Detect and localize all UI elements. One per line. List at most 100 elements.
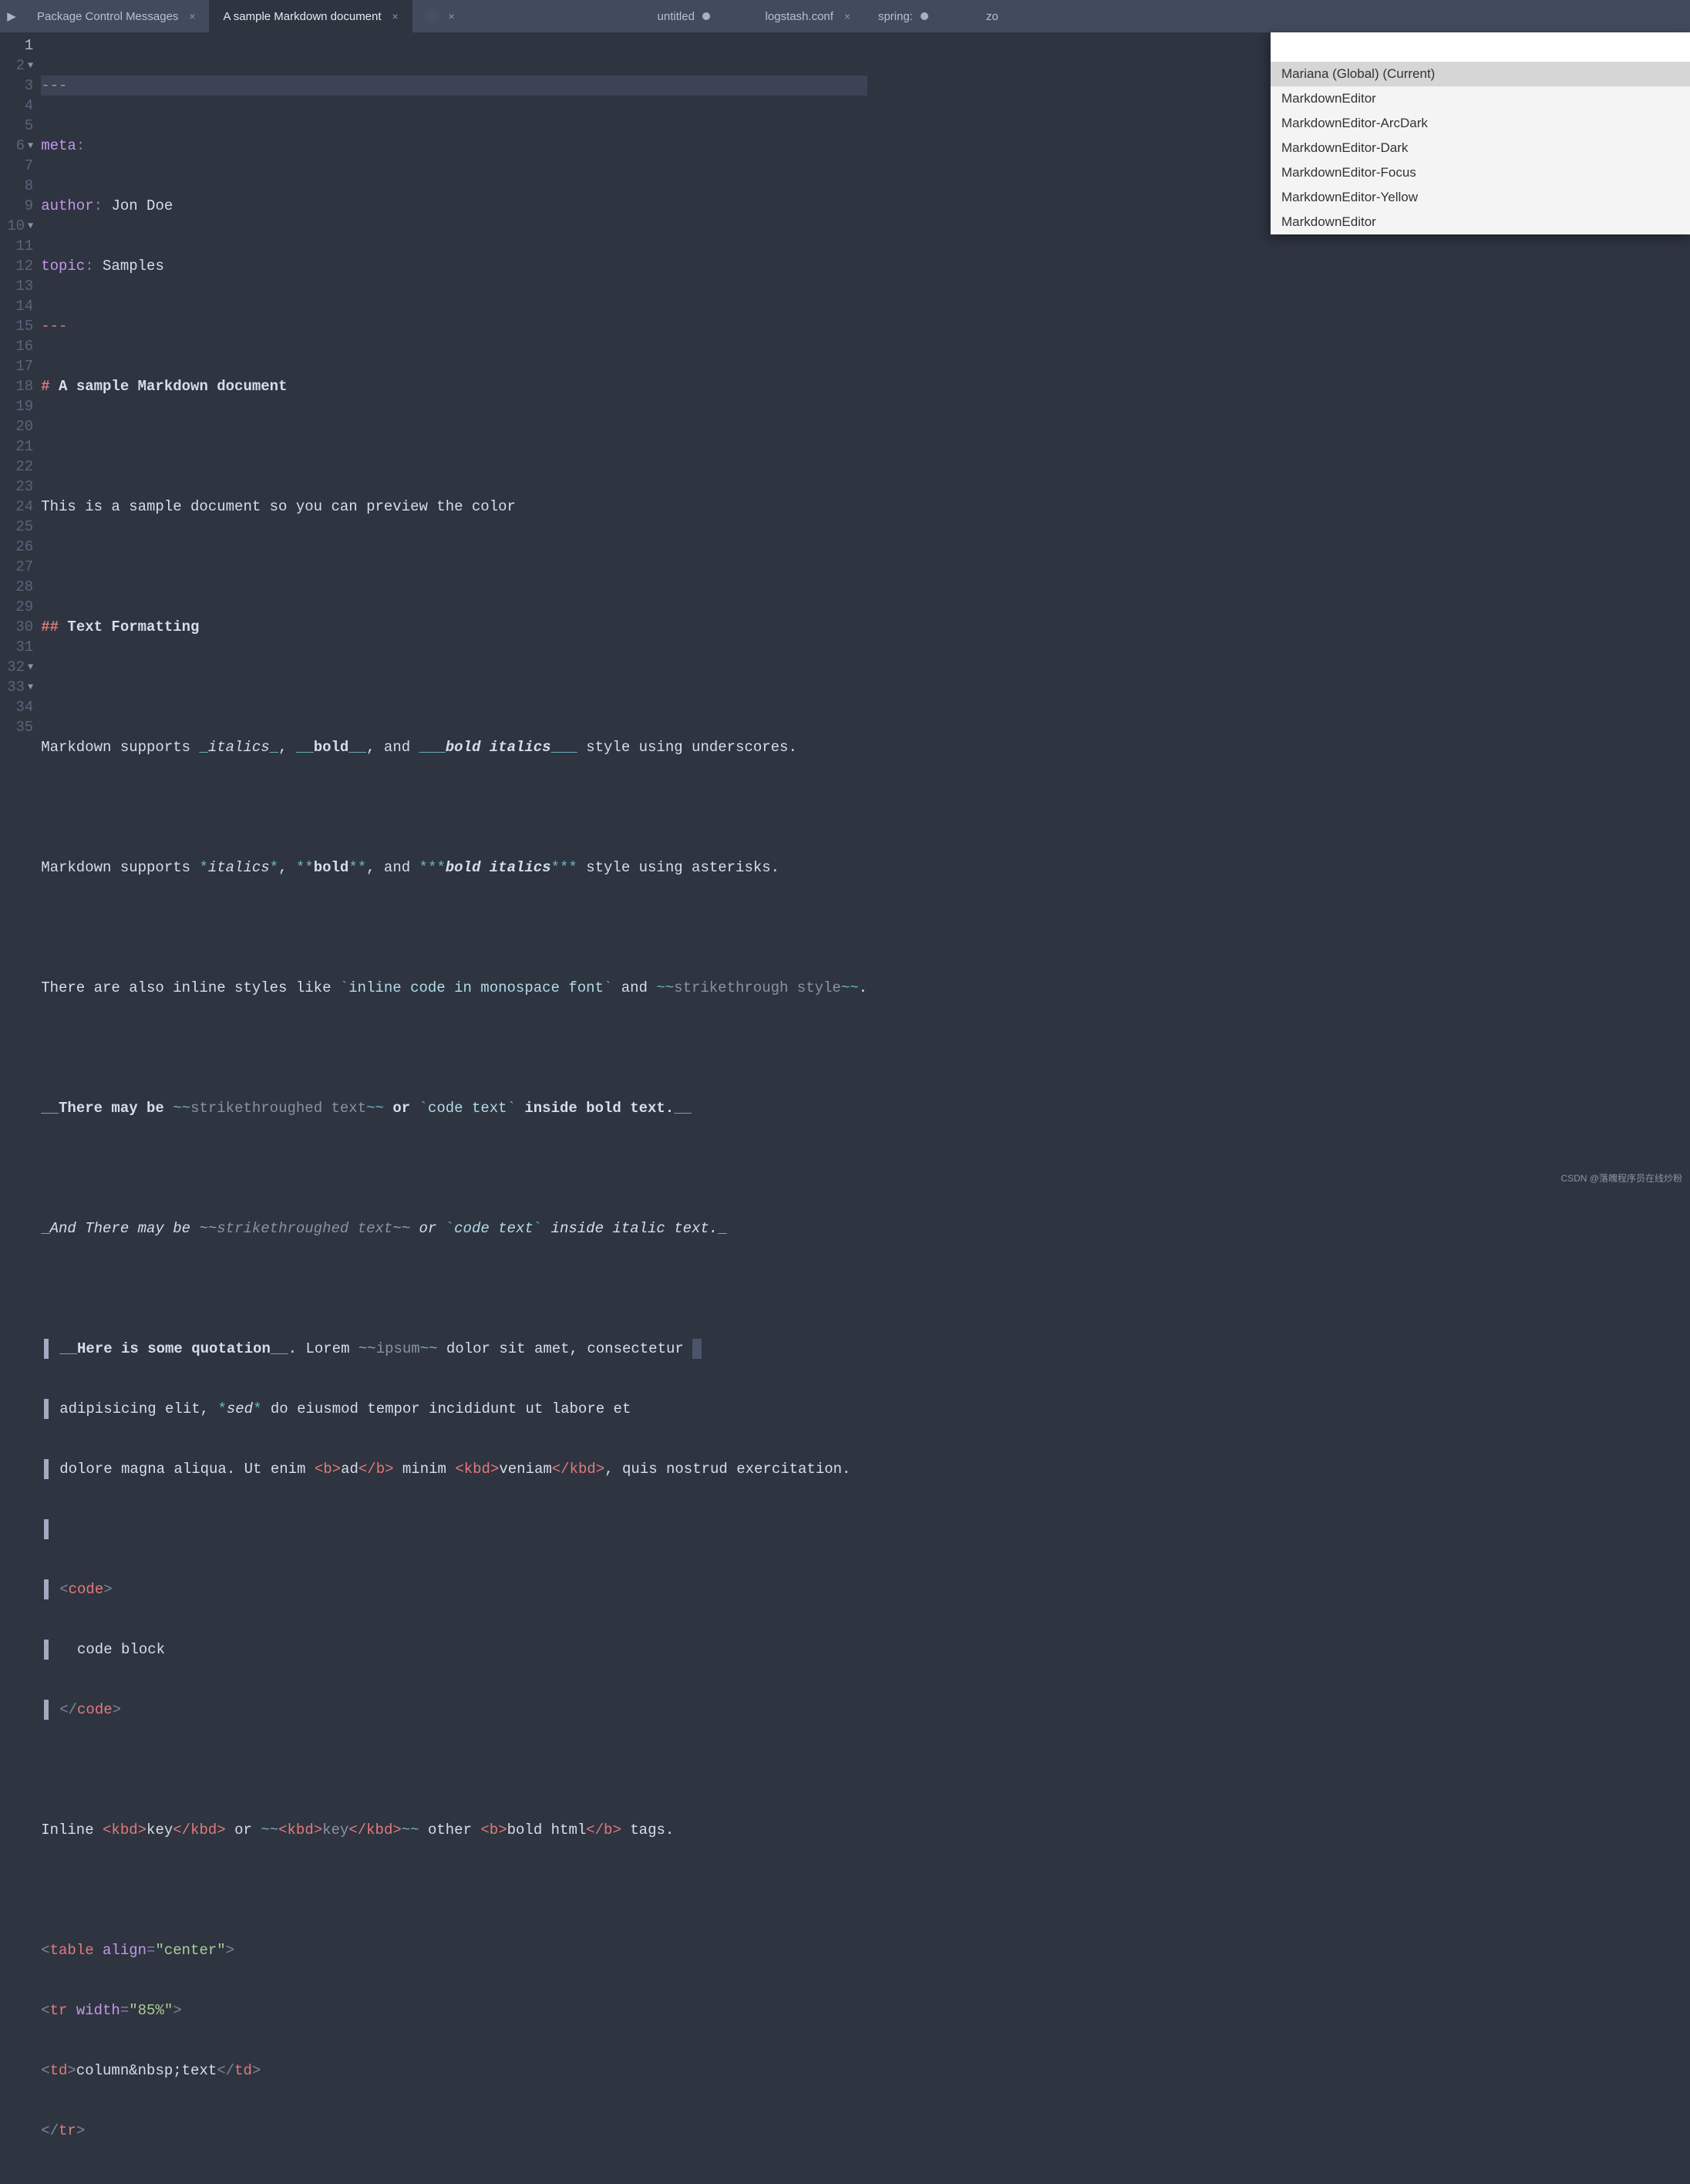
fold-icon[interactable]: ▼ — [28, 682, 33, 693]
code-text: topic — [41, 256, 85, 276]
tab-overflow[interactable]: zo — [972, 0, 1009, 32]
code-text: strikethrough style — [674, 978, 841, 998]
palette-option[interactable]: MarkdownEditor-Yellow — [1271, 185, 1690, 210]
palette-option[interactable]: MarkdownEditor-Focus — [1271, 160, 1690, 185]
code-text: There may be — [59, 1098, 173, 1118]
tab-logstash[interactable]: logstash.conf × — [752, 0, 864, 32]
code-text: style using underscores. — [577, 737, 797, 757]
code-text — [94, 1940, 103, 1960]
line-number: 7 — [12, 157, 33, 174]
code-text: tr — [50, 2000, 68, 2021]
tab-scroll-left[interactable]: ▶ — [0, 0, 23, 32]
close-icon[interactable]: × — [841, 10, 853, 22]
code-text: bold italics — [446, 858, 551, 878]
fold-icon[interactable]: ▼ — [28, 60, 33, 71]
line-number: 18 — [12, 378, 33, 395]
code-text: And There may be — [50, 1218, 200, 1239]
line-number: 27 — [12, 558, 33, 575]
code-text: , — [278, 858, 296, 878]
code-text: </kbd> — [173, 1820, 225, 1840]
close-icon[interactable]: × — [446, 10, 458, 22]
palette-option[interactable]: Mariana (Global) (Current) — [1271, 62, 1690, 86]
code-text: or — [410, 1218, 446, 1239]
code-text: __ — [348, 737, 366, 757]
tab-package-control[interactable]: Package Control Messages × — [23, 0, 209, 32]
code-text: ` — [604, 978, 612, 998]
code-text: width — [76, 2000, 120, 2021]
tab-sample-markdown[interactable]: A sample Markdown document × — [209, 0, 412, 32]
code-text: bold — [314, 737, 349, 757]
code-text: </kbd> — [552, 1459, 604, 1479]
code-text: ** — [296, 858, 314, 878]
code-text: code text — [428, 1098, 507, 1118]
code-text: --- — [41, 76, 67, 96]
close-icon[interactable]: × — [389, 10, 402, 22]
code-text: A sample Markdown document — [59, 376, 287, 396]
code-text: __ — [41, 1098, 59, 1118]
code-text: </b> — [359, 1459, 394, 1479]
code-text: ipsum — [376, 1339, 420, 1359]
code-text: > — [76, 2121, 85, 2141]
line-number: 9 — [12, 197, 33, 214]
palette-option[interactable]: MarkdownEditor-Dark — [1271, 136, 1690, 160]
tab-label: logstash.conf — [766, 10, 833, 23]
code-text: Jon Doe — [111, 196, 173, 216]
code-text: < — [41, 1940, 49, 1960]
code-text: italics — [208, 737, 270, 757]
code-text: inside italic text. — [542, 1218, 718, 1239]
code-text: = — [120, 2000, 129, 2021]
line-number: 20 — [12, 418, 33, 435]
code-text: key — [146, 1820, 173, 1840]
close-icon[interactable]: × — [186, 10, 198, 22]
code-text: ~~ — [366, 1098, 384, 1118]
code-text: ___ — [551, 737, 577, 757]
code-text: *** — [419, 858, 446, 878]
code-text: , quis nostrud exercitation. — [604, 1459, 850, 1479]
code-text: ~~ — [420, 1339, 438, 1359]
code-text: > — [252, 2061, 261, 2081]
code-text: align — [103, 1940, 146, 1960]
line-number: 5 — [12, 117, 33, 134]
code-text: ~~ — [402, 1820, 419, 1840]
tab-spring[interactable]: spring: — [864, 0, 972, 32]
palette-option[interactable]: MarkdownEditor — [1271, 86, 1690, 111]
palette-option[interactable]: MarkdownEditor — [1271, 210, 1690, 234]
code-text: inside bold text. — [516, 1098, 674, 1118]
code-text: strikethroughed text — [217, 1218, 392, 1239]
code-text: _ — [41, 1218, 49, 1239]
code-text: ad — [341, 1459, 359, 1479]
watermark: CSDN @落魄程序员在线炒粉 — [1560, 1171, 1682, 1185]
code-text: < — [41, 2061, 49, 2081]
code-text: : — [76, 136, 85, 156]
editor-area[interactable]: 12▼3456▼78910▼11121314151617181920212223… — [0, 32, 1690, 2184]
code-text: , — [278, 737, 296, 757]
code-text: _ — [199, 737, 207, 757]
fold-icon[interactable]: ▼ — [28, 662, 33, 672]
fold-icon[interactable]: ▼ — [28, 140, 33, 151]
code-text: * — [199, 858, 207, 878]
line-number: 8 — [12, 177, 33, 194]
tab-untitled[interactable]: untitled — [644, 0, 752, 32]
code-content[interactable]: --- meta: author: Jon Doe topic: Samples… — [41, 32, 867, 2184]
palette-input[interactable] — [1271, 32, 1690, 62]
code-text: --- — [41, 316, 67, 336]
palette-option[interactable]: MarkdownEditor-ArcDark — [1271, 111, 1690, 136]
line-number: 33 — [3, 679, 25, 696]
code-text: Inline — [41, 1820, 103, 1840]
code-text: bold html — [507, 1820, 587, 1840]
code-text: > — [173, 2000, 181, 2021]
code-text: ___ — [419, 737, 446, 757]
code-text: "85%" — [129, 2000, 173, 2021]
fold-icon[interactable]: ▼ — [28, 221, 33, 231]
code-text: "center" — [155, 1940, 225, 1960]
line-number: 6 — [3, 137, 25, 154]
code-text: key — [322, 1820, 348, 1840]
code-text: ` — [507, 1098, 516, 1118]
code-text: ## — [41, 617, 59, 637]
code-text: tags. — [621, 1820, 674, 1840]
line-number: 12 — [12, 258, 33, 275]
tab-redacted[interactable]: 一 × — [412, 0, 644, 32]
code-text: < — [41, 2000, 49, 2021]
code-text: <kbd> — [278, 1820, 322, 1840]
line-number: 4 — [12, 97, 33, 114]
